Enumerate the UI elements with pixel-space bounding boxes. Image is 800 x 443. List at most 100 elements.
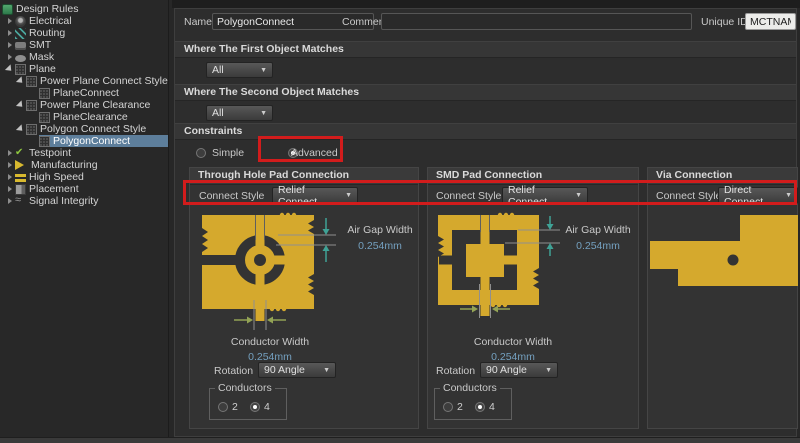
- expand-arrow-icon[interactable]: [4, 16, 15, 27]
- tree-item-polygon-connect-style[interactable]: Polygon Connect Style: [0, 123, 168, 135]
- through-hole-relief-diagram: [198, 212, 340, 337]
- panel-title: Via Connection: [648, 168, 797, 185]
- unique-id-label: Unique ID: [701, 14, 748, 30]
- chevron-down-icon: ▼: [785, 192, 792, 199]
- tree-item-planeconnect[interactable]: PlaneConnect: [0, 87, 168, 99]
- first-object-scope-dropdown[interactable]: All▼: [206, 62, 273, 78]
- chevron-down-icon: ▼: [345, 192, 352, 199]
- conductors-label: Conductors: [440, 382, 500, 394]
- air-gap-width-value: 0.254mm: [562, 238, 634, 254]
- expand-arrow-icon[interactable]: [4, 40, 15, 51]
- chevron-down-icon: ▼: [260, 110, 267, 117]
- collapse-arrow-icon[interactable]: [15, 124, 26, 135]
- rotation-dropdown[interactable]: 90 Angle▼: [258, 362, 336, 378]
- tree-item-electrical[interactable]: Electrical: [0, 15, 168, 27]
- expand-arrow-icon[interactable]: [4, 184, 15, 195]
- conductors-4-radio[interactable]: [475, 402, 485, 412]
- air-gap-width-value: 0.254mm: [342, 238, 418, 254]
- tree-item-power-plane-clearance[interactable]: Power Plane Clearance: [0, 99, 168, 111]
- conductor-width-label: Conductor Width: [205, 334, 335, 350]
- routing-icon: [15, 28, 26, 39]
- design-rules-icon: [2, 4, 13, 15]
- tree-item-placement[interactable]: Placement: [0, 183, 168, 195]
- second-object-scope-dropdown[interactable]: All▼: [206, 105, 273, 121]
- bottom-divider: [0, 437, 800, 443]
- simple-radio-label: Simple: [212, 145, 244, 161]
- first-object-matches-header: Where The First Object Matches: [175, 41, 796, 58]
- smt-icon: [15, 42, 26, 50]
- tree-item-high-speed[interactable]: High Speed: [0, 171, 168, 183]
- rule-icon: [26, 100, 37, 111]
- second-object-matches-header: Where The Second Object Matches: [175, 84, 796, 101]
- connect-style-dropdown[interactable]: Relief Connect▼: [502, 187, 588, 204]
- rotation-label: Rotation: [436, 363, 475, 379]
- conductors-4-label: 4: [264, 401, 270, 413]
- tree-item-power-plane-connect-style[interactable]: Power Plane Connect Style: [0, 75, 168, 87]
- rule-icon: [39, 112, 50, 123]
- electrical-icon: [15, 16, 26, 27]
- tree-item-smt[interactable]: SMT: [0, 39, 168, 51]
- tree-item-mask[interactable]: Mask: [0, 51, 168, 63]
- placement-icon: [15, 184, 26, 195]
- manufacturing-icon: [15, 160, 26, 170]
- collapse-arrow-icon[interactable]: [15, 76, 26, 87]
- expand-arrow-icon[interactable]: [4, 52, 15, 63]
- conductors-2-radio[interactable]: [443, 402, 453, 412]
- expand-arrow-icon[interactable]: [4, 196, 15, 207]
- connect-style-dropdown[interactable]: Direct Connect▼: [718, 187, 798, 204]
- collapse-arrow-icon[interactable]: [15, 100, 26, 111]
- design-rules-tree: Design Rules Electrical Routing SMT Mask…: [0, 0, 169, 437]
- tree-item-testpoint[interactable]: Testpoint: [0, 147, 168, 159]
- rule-icon: [39, 136, 50, 147]
- air-gap-width-label: Air Gap Width: [562, 222, 634, 238]
- tree-item-manufacturing[interactable]: Manufacturing: [0, 159, 168, 171]
- plane-icon: [15, 64, 26, 75]
- expand-arrow-icon[interactable]: [4, 160, 15, 171]
- tree-item-plane[interactable]: Plane: [0, 63, 168, 75]
- conductors-4-radio[interactable]: [250, 402, 260, 412]
- connect-style-label: Connect Style: [656, 188, 721, 204]
- panel-title: SMD Pad Connection: [428, 168, 638, 185]
- connect-style-label: Connect Style: [199, 188, 264, 204]
- tree-item-planeclearance[interactable]: PlaneClearance: [0, 111, 168, 123]
- mask-icon: [15, 55, 26, 62]
- comment-input[interactable]: [381, 13, 692, 30]
- expand-arrow-icon[interactable]: [4, 28, 15, 39]
- top-divider: [172, 0, 800, 8]
- conductor-width-label: Conductor Width: [448, 334, 578, 350]
- via-connection-panel: Via Connection Connect Style Direct Conn…: [647, 167, 798, 429]
- tree-item-signal-integrity[interactable]: Signal Integrity: [0, 195, 168, 207]
- air-gap-width-label: Air Gap Width: [342, 222, 418, 238]
- simple-radio[interactable]: [196, 148, 206, 158]
- chevron-down-icon: ▼: [545, 367, 552, 374]
- conductors-4-label: 4: [489, 401, 495, 413]
- smd-relief-diagram: [436, 212, 564, 323]
- high-speed-icon: [15, 174, 26, 182]
- rotation-label: Rotation: [214, 363, 253, 379]
- expand-arrow-icon[interactable]: [4, 148, 15, 159]
- tree-item-polygonconnect-selected[interactable]: PolygonConnect: [0, 135, 168, 147]
- connect-style-label: Connect Style: [436, 188, 501, 204]
- testpoint-icon: [15, 148, 26, 159]
- unique-id-input[interactable]: [745, 13, 796, 30]
- conductors-2-radio[interactable]: [218, 402, 228, 412]
- tree-item-design-rules[interactable]: Design Rules: [0, 3, 168, 15]
- name-label: Name: [184, 14, 212, 30]
- collapse-arrow-icon[interactable]: [4, 64, 15, 75]
- tree-item-routing[interactable]: Routing: [0, 27, 168, 39]
- constraints-header: Constraints: [175, 123, 796, 140]
- rule-icon: [26, 76, 37, 87]
- conductors-group: Conductors 2 4: [209, 388, 287, 420]
- expand-arrow-icon[interactable]: [4, 172, 15, 183]
- altium-rule-editor-window: { "colors":{"pad_yellow":"#d5a92d","cuto…: [0, 0, 800, 443]
- panel-title: Through Hole Pad Connection: [190, 168, 418, 185]
- conductors-2-label: 2: [457, 401, 463, 413]
- chevron-down-icon: ▼: [260, 67, 267, 74]
- rule-icon: [26, 124, 37, 135]
- connect-style-dropdown[interactable]: Relief Connect▼: [272, 187, 358, 204]
- smd-pad-connection-panel: SMD Pad Connection Connect Style Relief …: [427, 167, 639, 429]
- conductors-2-label: 2: [232, 401, 238, 413]
- chevron-down-icon: ▼: [575, 192, 582, 199]
- advanced-radio-label: Advanced: [291, 145, 338, 161]
- rotation-dropdown[interactable]: 90 Angle▼: [480, 362, 558, 378]
